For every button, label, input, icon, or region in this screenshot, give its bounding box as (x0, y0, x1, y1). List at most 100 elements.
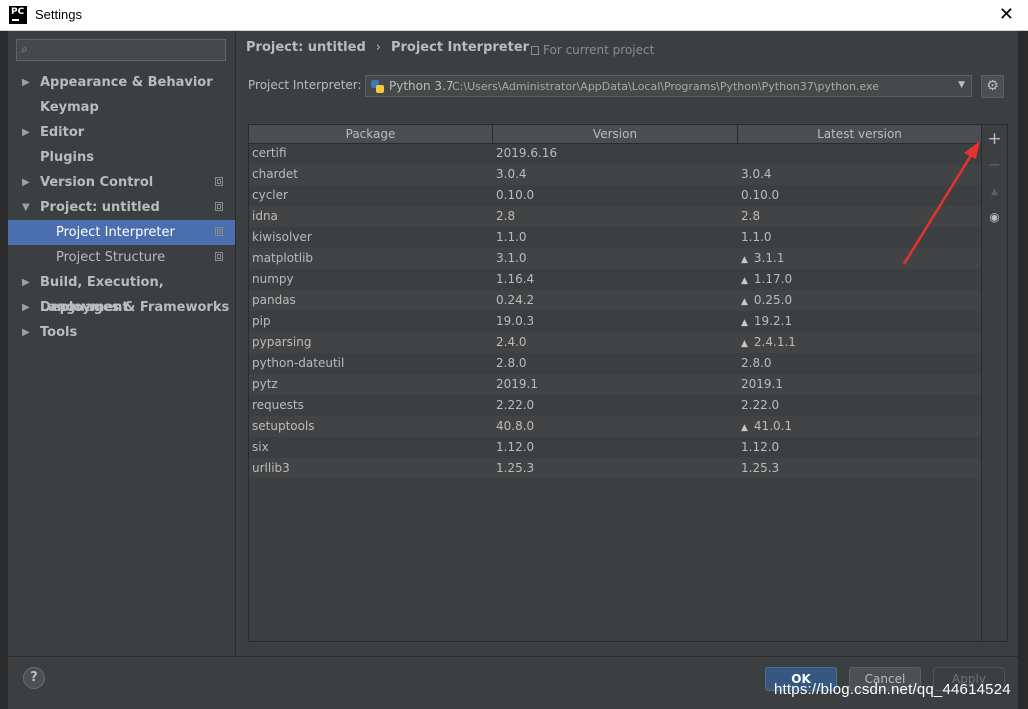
sidebar-item-languages-frameworks[interactable]: ▶ Languages & Frameworks (8, 295, 236, 320)
version-cell-text: 2.22.0 (496, 398, 535, 412)
search-icon: ⌕ (21, 42, 28, 56)
table-row[interactable]: pytz 2019.1 2019.1 (249, 374, 981, 395)
latest-version-cell-text: 41.0.1 (753, 419, 793, 433)
upgrade-package-button[interactable]: ▲ (982, 182, 1007, 202)
package-name-cell: python-dateutil (252, 353, 344, 374)
version-cell: 1.1.0 (496, 227, 527, 248)
table-row[interactable]: python-dateutil 2.8.0 2.8.0 (249, 353, 981, 374)
table-row[interactable]: matplotlib 3.1.0 ▲ 3.1.1 (249, 248, 981, 269)
upgrade-available-icon: ▲ (741, 255, 748, 265)
interpreter-settings-button[interactable]: ⚙ (981, 75, 1004, 98)
sidebar-item-label: Project: untitled (40, 200, 160, 215)
column-header-package[interactable]: Package (249, 125, 493, 143)
package-name-cell-text: pytz (252, 377, 278, 391)
sidebar-item-build-execution-deployment[interactable]: ▶ Build, Execution, Deployment (8, 270, 236, 315)
add-package-button[interactable]: + (982, 129, 1007, 149)
sidebar-item-appearance-behavior[interactable]: ▶ Appearance & Behavior (8, 70, 236, 95)
project-scope-icon (215, 227, 223, 236)
sidebar-item-keymap[interactable]: Keymap (8, 95, 236, 120)
package-name-cell-text: setuptools (252, 419, 315, 433)
table-row[interactable]: pandas 0.24.2 ▲ 0.25.0 (249, 290, 981, 311)
sidebar-item-label: Editor (40, 125, 85, 140)
version-cell-text: 2.4.0 (496, 335, 527, 349)
table-row[interactable]: cycler 0.10.0 0.10.0 (249, 185, 981, 206)
version-cell: 2.4.0 (496, 332, 527, 353)
latest-version-cell-text: 2.4.1.1 (753, 335, 796, 349)
table-header: Package Version Latest version (249, 125, 981, 144)
interpreter-label: Project Interpreter: (248, 78, 362, 92)
table-row[interactable]: requests 2.22.0 2.22.0 (249, 395, 981, 416)
breadcrumb: Project: untitled › Project Interpreter (246, 40, 529, 55)
package-name-cell-text: idna (252, 209, 278, 223)
chevron-right-icon[interactable]: ▶ (22, 120, 30, 145)
chevron-right-icon[interactable]: ▶ (22, 295, 30, 320)
sidebar-item-project-untitled[interactable]: ▼ Project: untitled (8, 195, 236, 220)
package-name-cell: urllib3 (252, 458, 290, 479)
latest-version-cell-text: 1.12.0 (741, 440, 780, 454)
sidebar-item-label: Plugins (40, 150, 94, 165)
chevron-down-icon[interactable]: ▼ (22, 195, 30, 220)
version-cell-text: 3.0.4 (496, 167, 527, 181)
background-editor-strip (0, 31, 8, 709)
package-name-cell-text: python-dateutil (252, 356, 345, 370)
column-header-version[interactable]: Version (493, 125, 738, 143)
version-cell: 1.16.4 (496, 269, 534, 290)
latest-version-cell: ▲ 1.17.0 (741, 269, 792, 292)
table-row[interactable]: setuptools 40.8.0 ▲ 41.0.1 (249, 416, 981, 437)
table-row[interactable]: urllib3 1.25.3 1.25.3 (249, 458, 981, 479)
upgrade-available-icon: ▲ (741, 318, 748, 328)
table-row[interactable]: kiwisolver 1.1.0 1.1.0 (249, 227, 981, 248)
package-name-cell: matplotlib (252, 248, 313, 269)
sidebar-item-label: Appearance & Behavior (40, 75, 213, 90)
package-name-cell: six (252, 437, 269, 458)
latest-version-cell: 1.25.3 (741, 458, 779, 479)
show-early-releases-button[interactable]: ◉ (982, 207, 1007, 227)
latest-version-cell: ▲ 0.25.0 (741, 290, 792, 313)
settings-search-box[interactable]: ⌕ (16, 39, 226, 61)
close-icon[interactable]: ✕ (999, 4, 1014, 25)
sidebar-item-project-interpreter[interactable]: Project Interpreter (8, 220, 236, 245)
latest-version-cell: 1.1.0 (741, 227, 772, 248)
table-row[interactable]: numpy 1.16.4 ▲ 1.17.0 (249, 269, 981, 290)
latest-version-cell-text: 19.2.1 (753, 314, 793, 328)
table-row[interactable]: idna 2.8 2.8 (249, 206, 981, 227)
latest-version-cell-text: 2.22.0 (741, 398, 780, 412)
chevron-right-icon[interactable]: ▶ (22, 70, 30, 95)
version-cell-text: 2.8 (496, 209, 516, 223)
column-header-latest-version[interactable]: Latest version (738, 125, 981, 143)
sidebar-item-project-structure[interactable]: Project Structure (8, 245, 236, 270)
upgrade-available-icon: ▲ (741, 276, 748, 286)
sidebar-item-version-control[interactable]: ▶ Version Control (8, 170, 236, 195)
interpreter-dropdown[interactable]: Python 3.7 C:\Users\Administrator\AppDat… (365, 75, 972, 97)
sidebar-item-plugins[interactable]: Plugins (8, 145, 236, 170)
search-input[interactable] (37, 41, 225, 61)
project-scope-icon (215, 177, 223, 186)
sidebar-item-editor[interactable]: ▶ Editor (8, 120, 236, 145)
help-button[interactable]: ? (23, 667, 45, 689)
scope-note: For current project (531, 43, 654, 57)
breadcrumb-parent[interactable]: Project: untitled (246, 40, 366, 55)
latest-version-cell-text: 1.1.0 (741, 230, 772, 244)
chevron-right-icon[interactable]: ▶ (22, 320, 30, 345)
chevron-down-icon: ▼ (958, 80, 965, 90)
package-name-cell-text: chardet (252, 167, 298, 181)
upgrade-available-icon: ▲ (741, 339, 748, 349)
table-row[interactable]: pip 19.0.3 ▲ 19.2.1 (249, 311, 981, 332)
version-cell-text: 1.12.0 (496, 440, 535, 454)
remove-package-button[interactable]: − (982, 155, 1007, 175)
table-row[interactable]: chardet 3.0.4 3.0.4 (249, 164, 981, 185)
table-row[interactable]: six 1.12.0 1.12.0 (249, 437, 981, 458)
version-cell-text: 1.25.3 (496, 461, 535, 475)
sidebar-item-tools[interactable]: ▶ Tools (8, 320, 236, 345)
sidebar-item-label: Project Structure (56, 250, 166, 265)
chevron-right-icon[interactable]: ▶ (22, 170, 30, 195)
latest-version-cell-text: 1.17.0 (753, 272, 793, 286)
package-name-cell-text: matplotlib (252, 251, 314, 265)
version-cell: 2.22.0 (496, 395, 534, 416)
table-row[interactable]: pyparsing 2.4.0 ▲ 2.4.1.1 (249, 332, 981, 353)
project-scope-icon (215, 252, 223, 261)
version-cell: 1.25.3 (496, 458, 534, 479)
package-name-cell-text: cycler (252, 188, 288, 202)
chevron-right-icon[interactable]: ▶ (22, 270, 30, 295)
table-row[interactable]: certifi 2019.6.16 (249, 143, 981, 164)
